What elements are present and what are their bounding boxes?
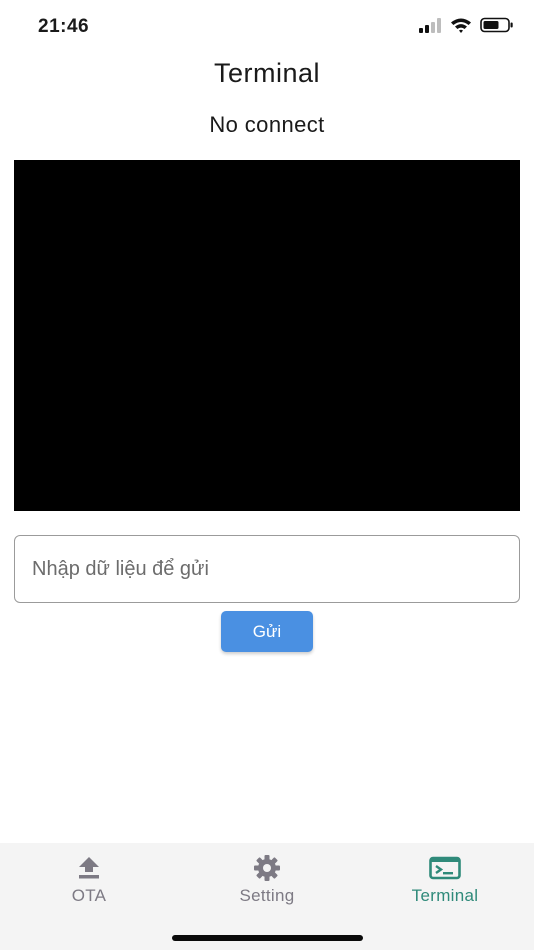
wifi-icon <box>451 18 471 33</box>
page-title: Terminal <box>213 58 321 88</box>
tab-setting-label: Setting <box>239 886 295 905</box>
status-time: 21:46 <box>38 16 90 37</box>
terminal-icon <box>356 853 534 883</box>
terminal-output[interactable] <box>14 160 520 511</box>
gear-icon <box>178 853 356 883</box>
tab-ota[interactable]: OTA <box>0 853 178 913</box>
message-input-field[interactable] <box>14 535 520 603</box>
upload-icon <box>0 853 178 883</box>
tab-terminal[interactable]: Terminal <box>356 853 534 913</box>
connection-status: No connect <box>209 112 325 137</box>
status-bar: 21:46 <box>0 0 534 52</box>
status-icons <box>418 17 514 33</box>
message-input[interactable] <box>15 536 519 602</box>
send-button[interactable]: Gửi <box>221 611 313 652</box>
battery-icon <box>480 17 513 33</box>
cellular-signal-icon <box>419 18 441 33</box>
tab-ota-label: OTA <box>71 886 107 905</box>
tab-setting[interactable]: Setting <box>178 853 356 913</box>
home-indicator <box>172 935 363 941</box>
tab-terminal-label: Terminal <box>411 886 479 905</box>
bottom-tab-bar: OTA Setting Terminal <box>0 843 534 950</box>
